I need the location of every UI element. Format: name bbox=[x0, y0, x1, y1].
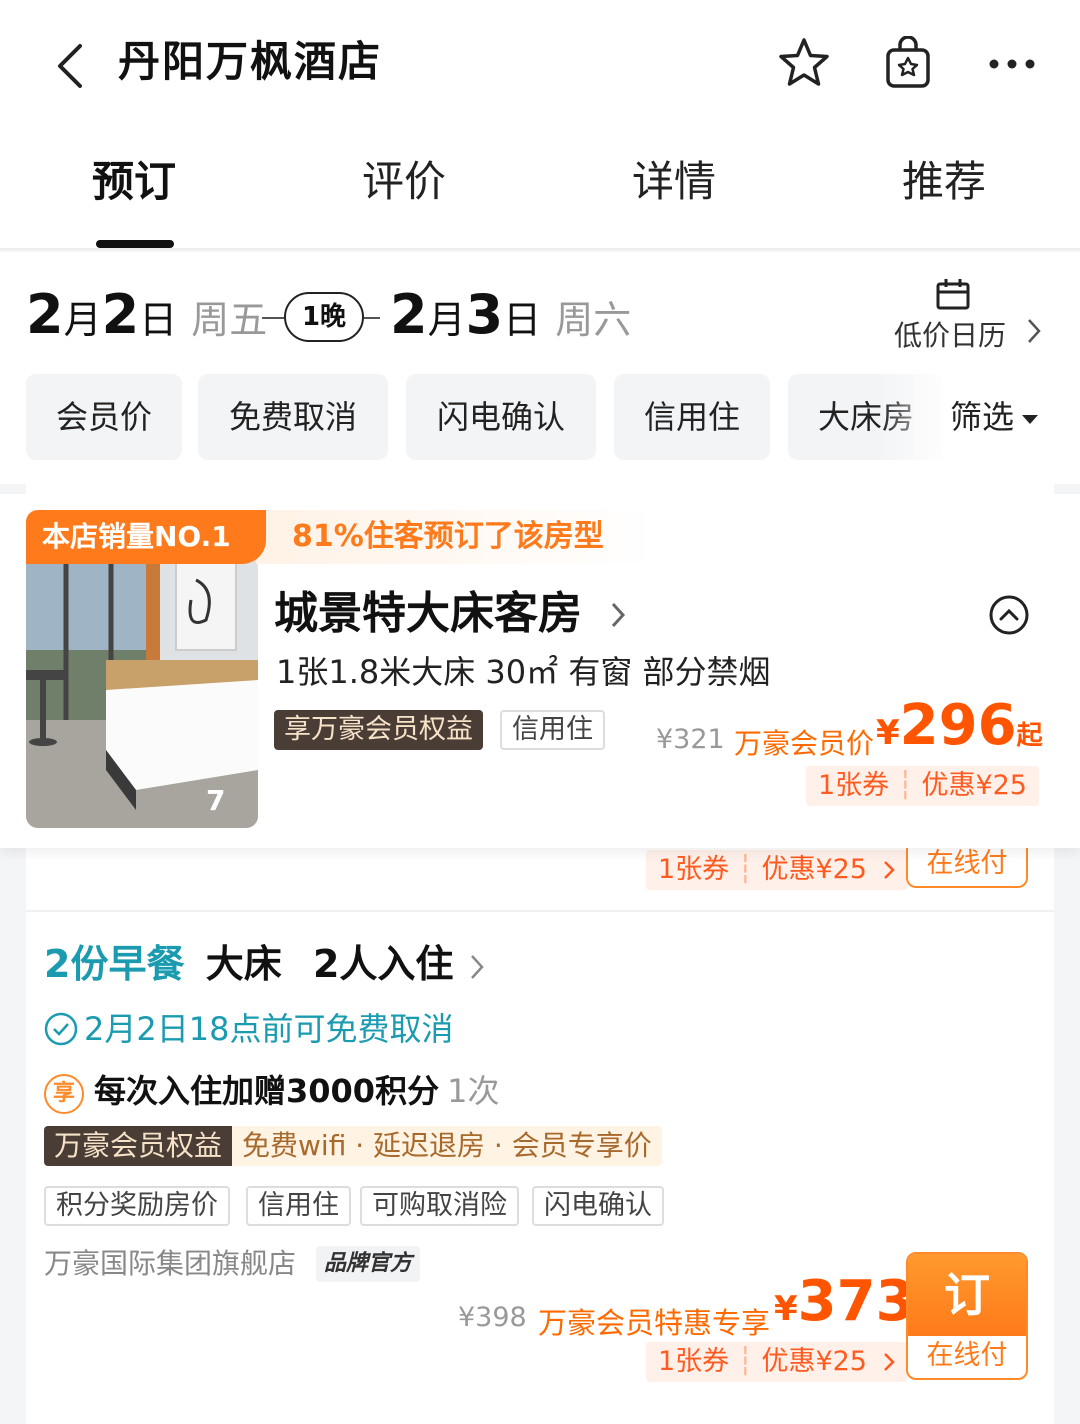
member-deal-label: 万豪会员特惠专享 bbox=[538, 1306, 771, 1340]
member-benefit-tag: 享万豪会员权益 bbox=[274, 710, 483, 750]
chevron-right-icon bbox=[883, 1353, 895, 1371]
room-card[interactable]: 本店销量NO.1 81%住客预订了该房型 7 城景特大床客房 1张1.8米大床 … bbox=[0, 494, 1080, 848]
bestseller-badge: 本店销量NO.1 bbox=[26, 510, 266, 564]
dropdown-triangle-icon bbox=[1022, 414, 1039, 424]
tab-recommend[interactable]: 推荐 bbox=[874, 152, 1014, 212]
official-brand-badge: 品牌官方 bbox=[316, 1246, 421, 1282]
chip-member-price[interactable]: 会员价 bbox=[26, 374, 182, 460]
tag-cancel-insurance: 可购取消险 bbox=[360, 1186, 519, 1226]
checkin-date[interactable]: 2月2日 周五 bbox=[26, 280, 267, 363]
original-price: ¥321 bbox=[656, 724, 725, 755]
offer-title[interactable]: 2份早餐 大床 2人入住 bbox=[44, 936, 453, 992]
chip-credit-stay[interactable]: 信用住 bbox=[614, 374, 770, 460]
popularity-banner: 81%住客预订了该房型 bbox=[256, 510, 656, 564]
free-cancel-info: 2月2日18点前可免费取消 bbox=[44, 1006, 453, 1052]
header: 丹阳万枫酒店 预订 评价 详情 推荐 bbox=[0, 0, 1080, 250]
nights-indicator: 1晚 bbox=[262, 290, 382, 346]
more-icon[interactable] bbox=[984, 36, 1040, 92]
calendar-icon bbox=[936, 279, 970, 310]
book-label: 订 bbox=[908, 1254, 1026, 1336]
tag-credit-stay: 信用住 bbox=[246, 1186, 351, 1226]
check-circle-icon bbox=[44, 1012, 78, 1046]
chevron-right-icon bbox=[611, 602, 626, 628]
hotel-title: 丹阳万枫酒店 bbox=[118, 37, 383, 86]
photo-count: 7 bbox=[206, 784, 226, 817]
room-price: ¥296起 bbox=[876, 693, 1043, 758]
chevron-right-icon bbox=[471, 955, 484, 979]
low-price-calendar-button[interactable]: 低价日历 bbox=[894, 276, 1054, 356]
tag-points-rate: 积分奖励房价 bbox=[44, 1186, 230, 1226]
original-price: ¥398 bbox=[458, 1302, 527, 1333]
filter-button[interactable]: 筛选 bbox=[950, 374, 1080, 460]
date-bar: 2月2日 周五 1晚 2月3日 周六 低价日历 会员价 免费取消 闪电确认 信用住 … bbox=[0, 252, 1080, 484]
book-button[interactable]: 订 在线付 bbox=[906, 1252, 1028, 1380]
star-icon[interactable] bbox=[776, 36, 832, 92]
room-specs: 1张1.8米大床 30㎡ 有窗 部分禁烟 bbox=[276, 653, 771, 691]
online-pay-label: 在线付 bbox=[926, 1340, 1008, 1371]
coupon-tag[interactable]: 1张券 ┆ 优惠¥25 bbox=[646, 1342, 908, 1382]
calendar-label: 低价日历 bbox=[894, 319, 1007, 352]
tab-bar: 预订 评价 详情 推荐 bbox=[0, 140, 1080, 250]
checkout-weekday: 周六 bbox=[555, 298, 632, 342]
collapse-up-icon[interactable] bbox=[988, 594, 1030, 636]
coupon-tag[interactable]: 1张券 ┆ 优惠¥25 bbox=[806, 766, 1039, 806]
tab-active-indicator bbox=[96, 240, 174, 248]
tag-instant-confirm: 闪电确认 bbox=[532, 1186, 664, 1226]
bag-icon[interactable] bbox=[880, 36, 936, 92]
nights-pill: 1晚 bbox=[284, 292, 364, 342]
tab-reviews[interactable]: 评价 bbox=[334, 152, 474, 212]
credit-stay-tag: 信用住 bbox=[500, 710, 605, 750]
filter-chips: 会员价 免费取消 闪电确认 信用住 大床房 筛选 bbox=[0, 374, 1080, 460]
back-arrow-icon[interactable] bbox=[48, 38, 96, 94]
coupon-tag[interactable]: 1张券 ┆ 优惠¥25 bbox=[646, 850, 908, 890]
tab-booking[interactable]: 预订 bbox=[64, 152, 204, 212]
shop-name[interactable]: 万豪国际集团旗舰店 bbox=[44, 1244, 296, 1284]
chip-free-cancel[interactable]: 免费取消 bbox=[198, 374, 388, 460]
checkout-date[interactable]: 2月3日 周六 bbox=[390, 280, 631, 363]
checkin-weekday: 周五 bbox=[191, 298, 268, 342]
member-benefits: 万豪会员权益 免费wifi · 延迟退房 · 会员专享价 bbox=[44, 1126, 662, 1166]
points-bonus: 享每次入住加赠3000积分 1次 bbox=[44, 1068, 499, 1114]
chevron-right-icon bbox=[1028, 319, 1041, 343]
online-pay-button[interactable]: 在线付 bbox=[906, 846, 1028, 888]
tab-details[interactable]: 详情 bbox=[604, 152, 744, 212]
room-name[interactable]: 城景特大床客房 bbox=[274, 584, 582, 644]
offer-price: ¥373 bbox=[774, 1269, 915, 1334]
member-price-label: 万豪会员价 bbox=[734, 727, 875, 760]
chevron-right-icon bbox=[883, 861, 895, 879]
chip-instant-confirm[interactable]: 闪电确认 bbox=[406, 374, 596, 460]
benefit-icon: 享 bbox=[44, 1074, 84, 1114]
